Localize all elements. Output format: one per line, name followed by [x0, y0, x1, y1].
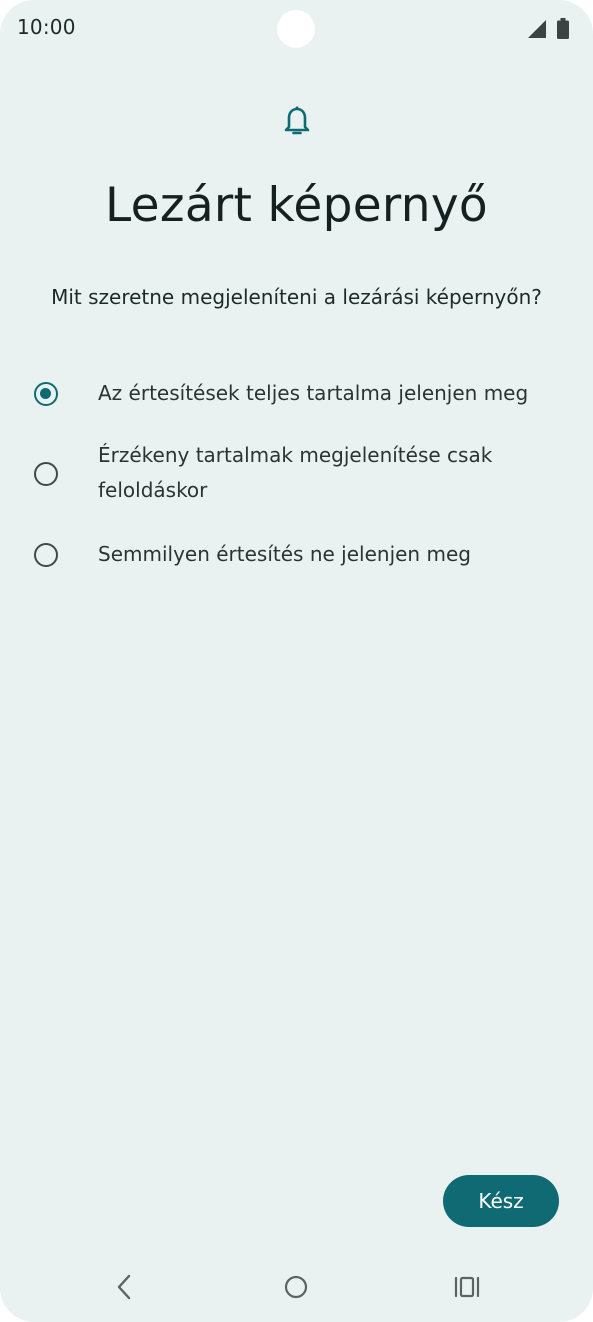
- radio-option-full-content[interactable]: Az értesítések teljes tartalma jelenjen …: [0, 376, 593, 412]
- done-button[interactable]: Kész: [443, 1175, 559, 1227]
- signal-icon: [528, 20, 546, 38]
- page-subtitle: Mit szeretne megjeleníteni a lezárási ké…: [51, 285, 542, 309]
- radio-button[interactable]: [34, 462, 58, 486]
- radio-option-label: Semmilyen értesítés ne jelenjen meg: [98, 542, 471, 566]
- page-title: Lezárt képernyő: [104, 178, 488, 233]
- radio-button[interactable]: [34, 543, 58, 567]
- recents-icon[interactable]: [454, 1276, 480, 1298]
- radio-option-no-notifications[interactable]: Semmilyen értesítés ne jelenjen meg: [0, 537, 593, 573]
- home-icon[interactable]: [284, 1275, 308, 1299]
- radio-button-selected[interactable]: [34, 382, 58, 406]
- radio-option-label: Érzékeny tartalmak megjelenítése csak fe…: [98, 443, 493, 502]
- bell-icon: [284, 106, 310, 135]
- status-time: 10:00: [17, 15, 76, 39]
- screen: 10:00 Lezárt képernyő Mit szeretne megje…: [0, 0, 593, 1322]
- back-icon[interactable]: [112, 1273, 136, 1301]
- radio-option-label: Az értesítések teljes tartalma jelenjen …: [98, 381, 529, 405]
- battery-icon: [557, 18, 569, 39]
- radio-option-sensitive-content[interactable]: Érzékeny tartalmak megjelenítése csak fe…: [0, 438, 593, 510]
- camera-cutout: [277, 10, 315, 48]
